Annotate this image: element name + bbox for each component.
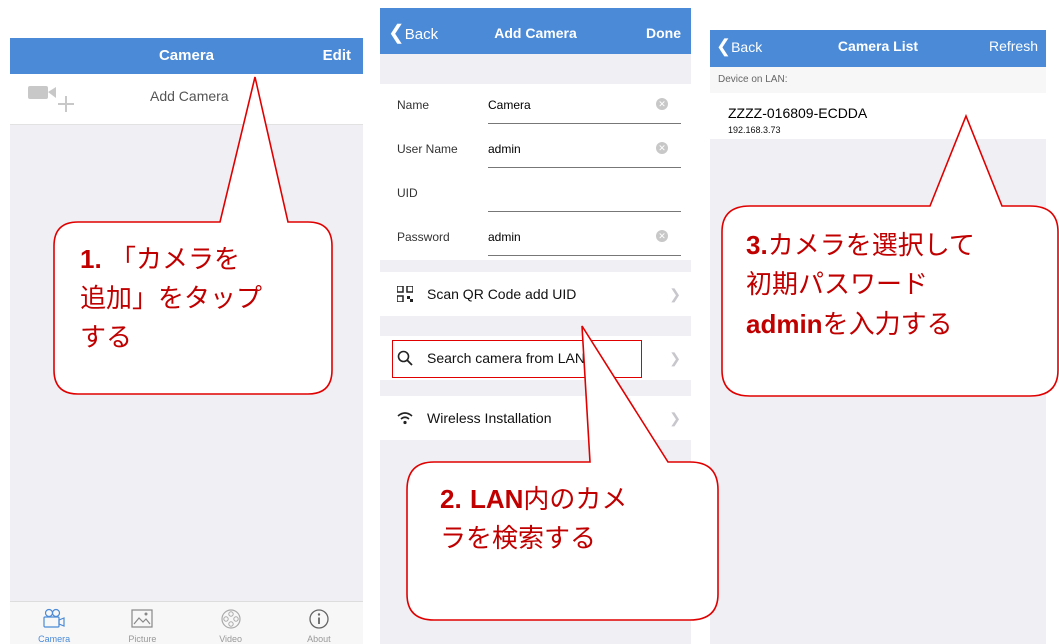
callout-3-line-c: を入力する xyxy=(822,310,953,340)
callout-1-text: 1. 「カメラを 追加」をタップ する xyxy=(80,240,262,358)
callout-3-line-a: カメラを選択して xyxy=(767,231,975,261)
callout-3-text: 3.カメラを選択して 初期パスワード adminを入力する xyxy=(746,226,975,345)
callout-2-line-a: 内のカメ xyxy=(523,485,628,515)
callout-2-line-b: ラを検索する xyxy=(440,524,597,554)
callout-2-text: 2. LAN内のカメ ラを検索する xyxy=(440,480,627,559)
callout-1-line-b: 追加」をタップ xyxy=(80,284,263,314)
callout-1-line-c: する xyxy=(80,323,133,353)
callout-2-number: 2. xyxy=(440,484,462,514)
callout-3-line-b: 初期パスワード xyxy=(746,270,929,300)
callout-1-number: 1. xyxy=(80,244,102,274)
callout-2-bubble xyxy=(406,325,719,621)
callout-3-admin: admin xyxy=(746,309,823,339)
callout-1-line-a: 「カメラを xyxy=(109,245,240,275)
callout-3-number: 3. xyxy=(746,230,768,260)
callout-2-lan: LAN xyxy=(469,484,524,514)
